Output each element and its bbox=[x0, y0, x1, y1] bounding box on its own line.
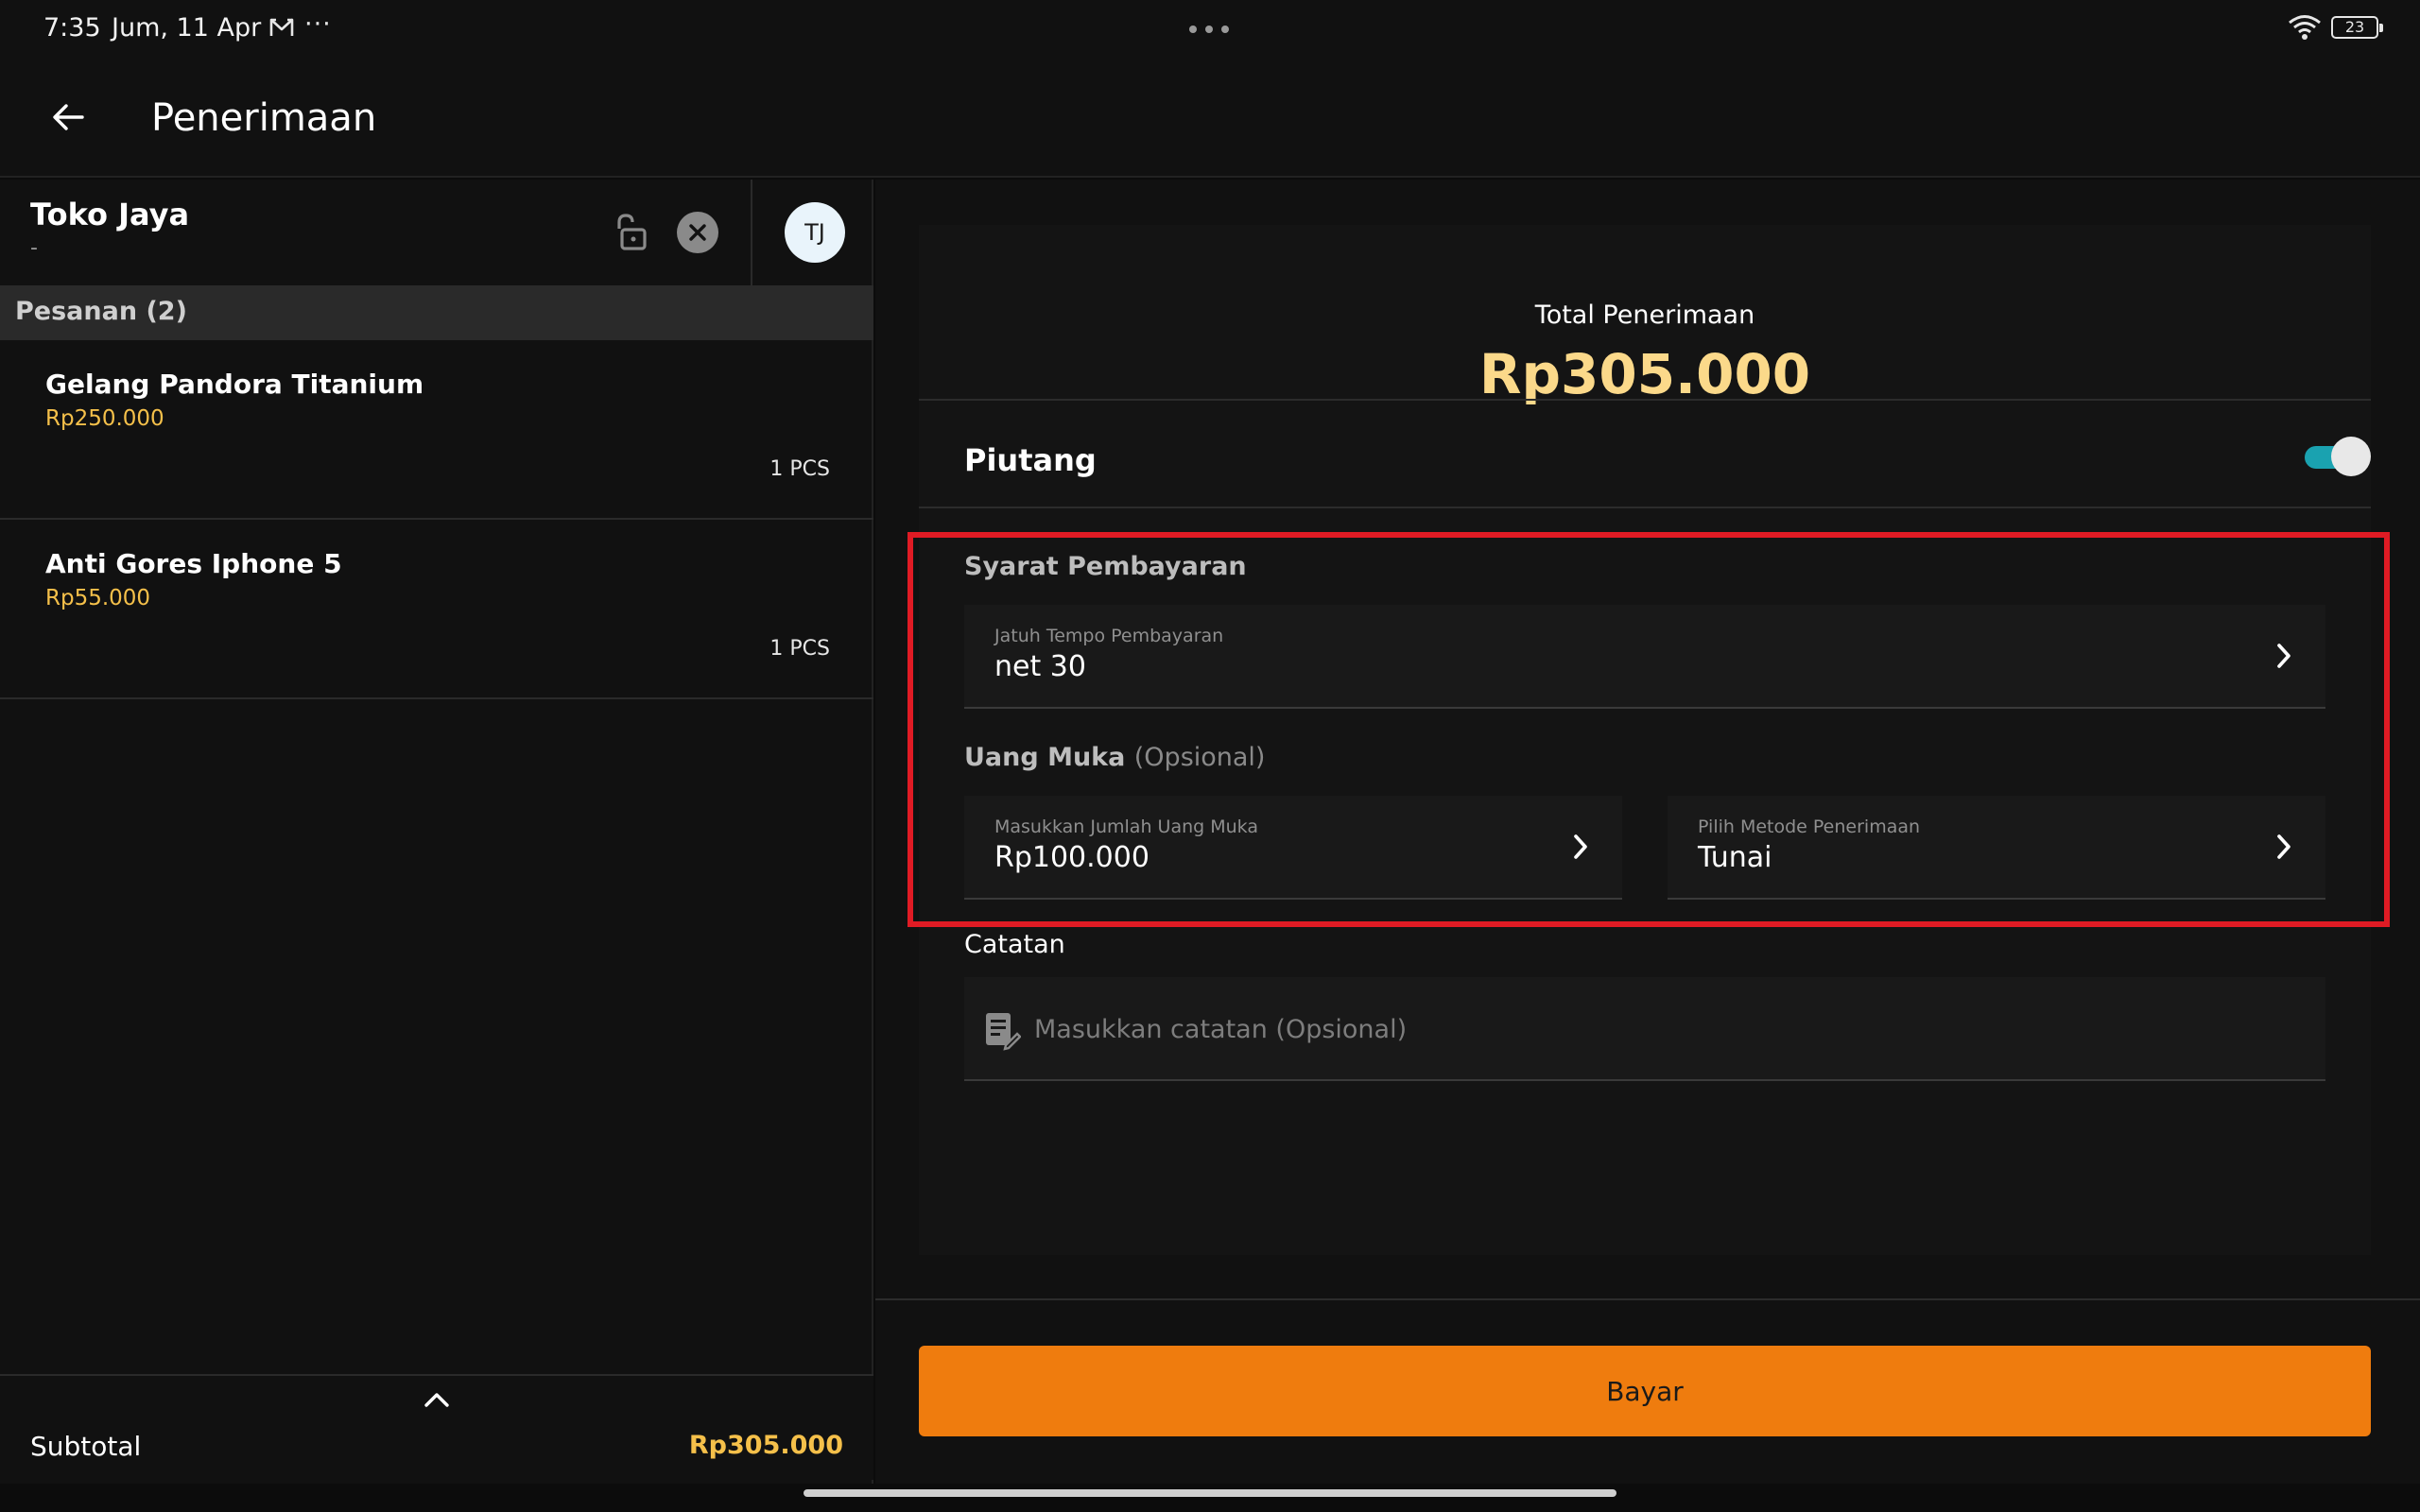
note-edit-icon bbox=[986, 1013, 1021, 1051]
status-time: 7:35 bbox=[43, 13, 101, 43]
multitask-dots-icon[interactable] bbox=[1187, 21, 1231, 33]
chevron-right-icon bbox=[1574, 834, 1587, 859]
chevron-up-icon[interactable] bbox=[422, 1389, 452, 1410]
total-label: Total Penerimaan bbox=[1534, 301, 1755, 330]
divider bbox=[875, 1298, 2420, 1300]
note-label: Catatan bbox=[964, 930, 1065, 959]
chevron-right-icon bbox=[2277, 644, 2290, 668]
piutang-label: Piutang bbox=[964, 442, 1097, 478]
payment-method-label: Pilih Metode Penerimaan bbox=[1698, 816, 1921, 837]
unlock-icon[interactable] bbox=[611, 212, 648, 253]
arrow-left-icon bbox=[53, 104, 84, 130]
app-bar: Penerimaan bbox=[0, 57, 2420, 178]
order-item-name: Anti Gores Iphone 5 bbox=[45, 548, 342, 579]
subtotal-label: Subtotal bbox=[30, 1431, 142, 1462]
pay-button[interactable]: Bayar bbox=[919, 1346, 2371, 1436]
order-item-qty: 1 PCS bbox=[769, 457, 830, 481]
subtotal-bar: Subtotal Rp305.000 bbox=[0, 1374, 873, 1480]
list-item[interactable]: Anti Gores Iphone 5 Rp55.000 1 PCS bbox=[0, 520, 873, 699]
order-item-qty: 1 PCS bbox=[769, 637, 830, 661]
payment-terms-title: Syarat Pembayaran bbox=[964, 552, 1247, 581]
customer-subtitle: - bbox=[30, 236, 38, 260]
clear-customer-button[interactable] bbox=[677, 212, 718, 253]
due-date-value: net 30 bbox=[994, 650, 1086, 683]
avatar[interactable]: TJ bbox=[785, 202, 845, 263]
payment-method-value: Tunai bbox=[1698, 841, 1772, 874]
note-input[interactable] bbox=[1034, 996, 2301, 1062]
customer-card[interactable]: Toko Jaya - bbox=[0, 180, 751, 285]
order-item-price: Rp250.000 bbox=[45, 406, 164, 431]
due-date-field[interactable]: Jatuh Tempo Pembayaran net 30 bbox=[964, 605, 2325, 709]
customer-name: Toko Jaya bbox=[30, 197, 190, 232]
back-button[interactable] bbox=[38, 91, 98, 144]
orders-header: Pesanan (2) bbox=[0, 285, 873, 340]
divider bbox=[919, 399, 2371, 401]
down-payment-amount-value: Rp100.000 bbox=[994, 841, 1150, 874]
payment-method-field[interactable]: Pilih Metode Penerimaan Tunai bbox=[1668, 796, 2325, 900]
close-icon bbox=[689, 224, 706, 241]
list-item[interactable]: Gelang Pandora Titanium Rp250.000 1 PCS bbox=[0, 340, 873, 520]
total-value: Rp305.000 bbox=[1478, 342, 1811, 406]
due-date-label: Jatuh Tempo Pembayaran bbox=[994, 626, 1224, 646]
orders-header-label: Pesanan (2) bbox=[15, 297, 187, 326]
notification-more-icon: ··· bbox=[304, 9, 332, 39]
order-summary-pane: Toko Jaya - TJ Pesanan (2) Gelang Pandor… bbox=[0, 180, 873, 1484]
down-payment-optional: (Opsional) bbox=[1133, 743, 1266, 772]
home-indicator[interactable] bbox=[804, 1489, 1616, 1497]
order-item-price: Rp55.000 bbox=[45, 586, 151, 610]
status-bar: 7:35 Jum, 11 Apr ··· 23 bbox=[0, 0, 2420, 57]
divider bbox=[919, 507, 2371, 508]
down-payment-title: Uang Muka (Opsional) bbox=[964, 743, 1265, 772]
mail-icon bbox=[268, 15, 295, 40]
down-payment-amount-label: Masukkan Jumlah Uang Muka bbox=[994, 816, 1258, 837]
down-payment-amount-field[interactable]: Masukkan Jumlah Uang Muka Rp100.000 bbox=[964, 796, 1622, 900]
payment-panel: Total Penerimaan Rp305.000 Piutang Syara… bbox=[919, 225, 2371, 1255]
down-payment-title-text: Uang Muka bbox=[964, 743, 1126, 772]
payment-pane: Total Penerimaan Rp305.000 Piutang Syara… bbox=[875, 180, 2420, 1484]
piutang-toggle[interactable] bbox=[2305, 437, 2371, 476]
wifi-icon bbox=[2288, 13, 2322, 42]
avatar-cell: TJ bbox=[751, 180, 873, 285]
subtotal-value: Rp305.000 bbox=[688, 1431, 843, 1460]
order-item-name: Gelang Pandora Titanium bbox=[45, 369, 424, 400]
status-date: Jum, 11 Apr bbox=[112, 13, 262, 43]
note-field[interactable] bbox=[964, 977, 2325, 1081]
battery-icon: 23 bbox=[2331, 16, 2383, 39]
page-title: Penerimaan bbox=[151, 96, 377, 140]
toggle-knob bbox=[2331, 437, 2371, 476]
chevron-right-icon bbox=[2277, 834, 2290, 859]
